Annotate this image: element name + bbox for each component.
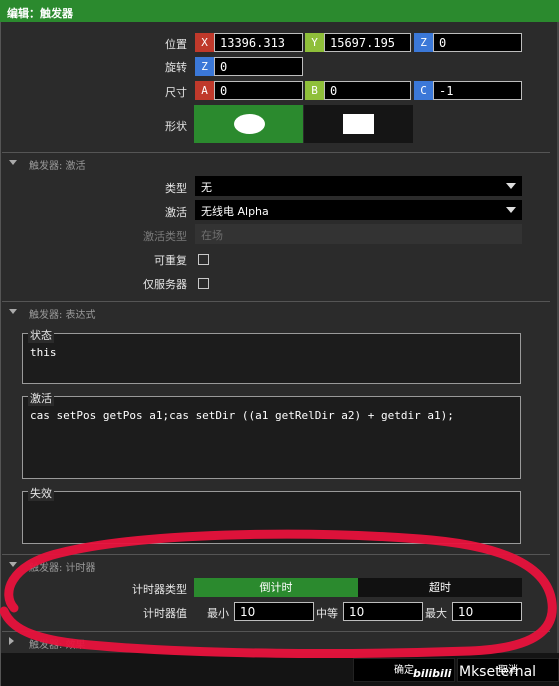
rotation-z-axis-badge: Z <box>195 57 214 76</box>
server-only-label: 仅服务器 <box>143 278 187 291</box>
on-activation-text: cas setPos getPos a1;cas setDir ((a1 get… <box>30 409 454 422</box>
on-deactivation-title: 失效 <box>28 485 54 501</box>
rotation-label: 旋转 <box>165 61 187 74</box>
a-axis-badge: A <box>195 81 214 100</box>
repeatable-checkbox[interactable] <box>198 254 209 265</box>
server-only-checkbox[interactable] <box>198 278 209 289</box>
activation-dropdown-value: 无线电 Alpha <box>201 205 269 218</box>
position-label: 位置 <box>165 38 187 51</box>
position-z-input[interactable]: 0 <box>433 33 522 52</box>
type-dropdown[interactable]: 无 <box>195 176 522 196</box>
window-title: 编辑：触发器 <box>0 0 559 22</box>
activation-dropdown[interactable]: 无线电 Alpha <box>195 200 522 220</box>
dropdown-arrow-icon <box>506 183 516 189</box>
ellipse-icon <box>234 114 265 134</box>
watermark-text: Mkseternal <box>459 664 537 680</box>
condition-textarea[interactable]: 状态 this <box>22 327 521 384</box>
shape-label: 形状 <box>165 120 187 133</box>
red-annotation-loop <box>0 529 557 658</box>
dropdown-arrow-icon <box>506 207 516 213</box>
z-axis-badge: Z <box>414 33 433 52</box>
activation-kind-label: 激活类型 <box>143 230 187 243</box>
position-x-input[interactable]: 13396.313 <box>214 33 303 52</box>
on-activation-textarea[interactable]: 激活 cas setPos getPos a1;cas setDir ((a1 … <box>22 390 521 479</box>
y-axis-badge: Y <box>305 33 324 52</box>
shape-rectangle-button[interactable] <box>304 105 413 143</box>
repeatable-label: 可重复 <box>154 254 187 267</box>
b-axis-badge: B <box>305 81 324 100</box>
c-axis-badge: C <box>414 81 433 100</box>
condition-text: this <box>30 346 57 359</box>
activation-section-header[interactable]: 触发器: 激活 <box>2 152 550 172</box>
on-activation-title: 激活 <box>28 390 54 406</box>
x-axis-badge: X <box>195 33 214 52</box>
activation-type-label: 类型 <box>165 182 187 195</box>
expression-section-header[interactable]: 触发器: 表达式 <box>2 301 550 321</box>
activation-section-title: 触发器: 激活 <box>29 161 86 172</box>
collapse-arrow-icon <box>9 309 17 314</box>
size-label: 尺寸 <box>165 86 187 99</box>
position-y-input[interactable]: 15697.195 <box>324 33 411 52</box>
condition-title: 状态 <box>28 327 54 343</box>
size-c-input[interactable]: -1 <box>433 81 522 100</box>
type-dropdown-value: 无 <box>201 181 212 194</box>
shape-ellipse-button[interactable] <box>194 105 303 143</box>
expression-section-title: 触发器: 表达式 <box>29 310 96 321</box>
size-a-input[interactable]: 0 <box>214 81 303 100</box>
activation-kind-dropdown: 在场 <box>195 224 522 244</box>
size-b-input[interactable]: 0 <box>324 81 411 100</box>
collapse-arrow-icon <box>9 160 17 165</box>
activation-label: 激活 <box>165 206 187 219</box>
rotation-z-input[interactable]: 0 <box>214 57 303 76</box>
bilibili-logo: bilibili <box>413 667 452 680</box>
rectangle-icon <box>343 114 374 134</box>
